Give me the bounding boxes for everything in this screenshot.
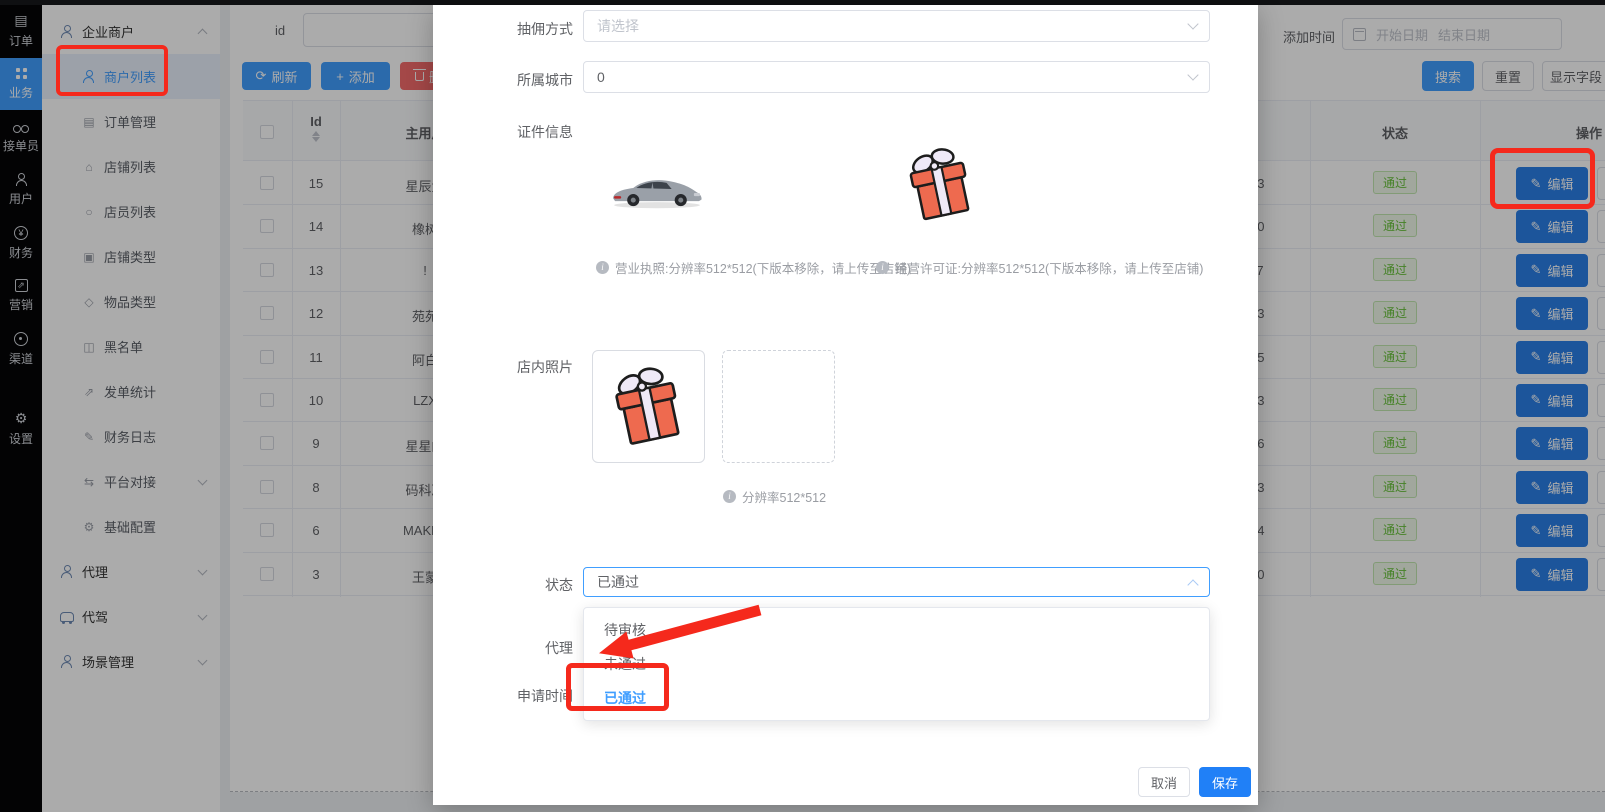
cancel-button[interactable]: 取消 xyxy=(1138,767,1190,797)
commission-select[interactable]: 请选择 xyxy=(583,10,1210,42)
city-label: 所属城市 xyxy=(463,70,573,90)
shop-photos-label: 店内照片 xyxy=(463,357,573,377)
license-caption: 营业执照:分辨率512*512(下版本移除，请上传至店铺) xyxy=(596,258,911,277)
chevron-up-icon xyxy=(1187,579,1198,590)
edit-merchant-modal: 抽佣方式 请选择 所属城市 0 证件信息 xyxy=(433,5,1258,805)
permit-caption: 经营许可证:分辨率512*512(下版本移除，请上传至店铺) xyxy=(876,258,1203,277)
status-option-approved[interactable]: 已通过 xyxy=(584,681,1209,715)
chevron-down-icon xyxy=(1187,69,1198,80)
save-button[interactable]: 保存 xyxy=(1199,767,1251,797)
gift-image xyxy=(903,145,979,225)
app-screen: ▤ 订单 业务 接单员 用户 财务 营销 渠道 ⚙ 设置 xyxy=(0,0,1605,812)
gift-image xyxy=(608,364,690,450)
info-icon xyxy=(596,261,609,274)
status-select[interactable]: 已通过 xyxy=(583,567,1210,597)
status-label: 状态 xyxy=(463,575,573,595)
commission-label: 抽佣方式 xyxy=(463,19,573,39)
business-license-image[interactable] xyxy=(609,161,705,217)
agent-label: 代理 xyxy=(463,638,573,658)
business-permit-image[interactable] xyxy=(903,145,979,225)
car-image xyxy=(609,161,705,217)
certificates-label: 证件信息 xyxy=(463,122,573,142)
info-icon xyxy=(723,490,736,503)
info-icon xyxy=(876,261,889,274)
photo-caption: 分辨率512*512 xyxy=(723,487,826,506)
chevron-down-icon xyxy=(1187,18,1198,29)
apply-time-label: 申请时间 xyxy=(463,686,573,706)
shop-photo-thumbnail[interactable] xyxy=(592,350,705,463)
city-select[interactable]: 0 xyxy=(583,61,1210,93)
status-option-pending[interactable]: 待审核 xyxy=(584,613,1209,647)
status-option-rejected[interactable]: 未通过 xyxy=(584,647,1209,681)
photo-upload-dropzone[interactable] xyxy=(722,350,835,463)
status-dropdown-panel: 待审核 未通过 已通过 xyxy=(583,607,1210,721)
